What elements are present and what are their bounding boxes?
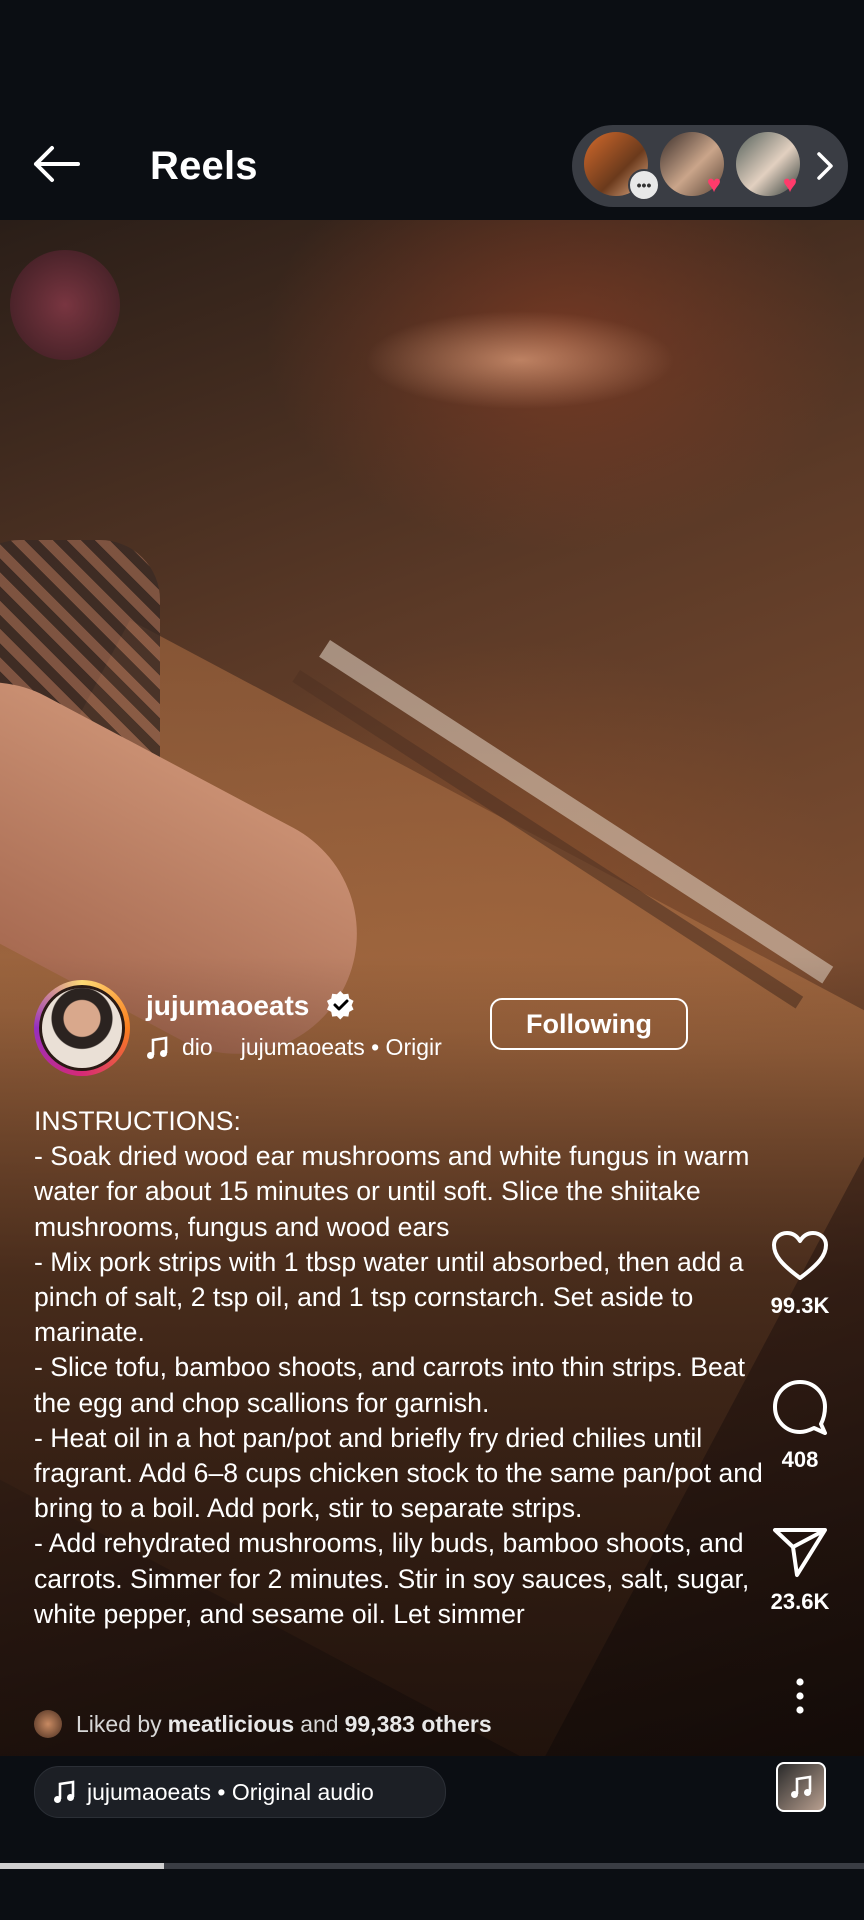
- music-note-icon: [54, 1780, 75, 1803]
- share-count: 23.6K: [770, 1589, 830, 1614]
- audio-label: jujumaoeats • Origir: [240, 1034, 442, 1060]
- more-options-icon[interactable]: [790, 1676, 810, 1716]
- liked-by-others[interactable]: 99,383 others: [345, 1711, 492, 1738]
- video-progress-bar[interactable]: [0, 1863, 864, 1869]
- liker-avatar: [34, 1710, 62, 1738]
- liked-by-prefix: Liked by: [76, 1710, 162, 1737]
- author-row: jujumaoeats dio jujumaoeats • Origir Fol…: [0, 978, 864, 1078]
- like-count: 99.3K: [770, 1293, 830, 1318]
- video-progress-fill: [0, 1863, 165, 1869]
- comment-icon: [773, 1380, 827, 1435]
- liked-by-and: and: [300, 1710, 339, 1737]
- liked-by-row[interactable]: Liked by meatlicious and 99,383 others: [34, 1706, 498, 1742]
- audio-chip-label: jujumaoeats • Original audio: [87, 1778, 374, 1805]
- background-flower: [10, 250, 120, 360]
- comment-bubble-icon: •••: [628, 169, 660, 201]
- arrow-left-icon: [34, 146, 80, 182]
- chevron-right-icon: [817, 152, 833, 180]
- send-icon: [773, 1528, 827, 1577]
- music-note-icon: [147, 1035, 168, 1059]
- music-note-icon: [791, 1775, 812, 1798]
- comment-action[interactable]: 408: [736, 1378, 864, 1473]
- heart-icon: [772, 1231, 828, 1280]
- author-username[interactable]: jujumaoeats: [146, 990, 309, 1022]
- following-button[interactable]: Following: [490, 998, 688, 1050]
- reels-header: Reels ••• ♥ ♥: [0, 108, 864, 220]
- share-action[interactable]: 23.6K: [736, 1526, 864, 1615]
- author-avatar[interactable]: [34, 980, 130, 1076]
- heart-badge-icon: ♥: [782, 171, 798, 198]
- back-button[interactable]: [28, 136, 84, 192]
- like-action[interactable]: 99.3K: [736, 1230, 864, 1319]
- audio-short: dio: [182, 1034, 213, 1060]
- avatar: [39, 985, 125, 1071]
- status-bar: [0, 0, 864, 108]
- comment-count: 408: [781, 1447, 819, 1472]
- original-audio-chip[interactable]: jujumaoeats • Original audio: [34, 1766, 446, 1818]
- author-audio-line[interactable]: dio jujumaoeats • Origir: [146, 1034, 468, 1061]
- verified-badge-icon: [326, 990, 354, 1020]
- bottom-bar: jujumaoeats • Original audio: [0, 1756, 864, 1920]
- friends-activity-pill[interactable]: ••• ♥ ♥: [572, 125, 848, 207]
- page-title: Reels: [150, 144, 258, 188]
- audio-thumbnail[interactable]: [776, 1762, 826, 1812]
- liked-by-user[interactable]: meatlicious: [168, 1711, 295, 1738]
- heart-badge-icon: ♥: [706, 171, 722, 198]
- reel-caption[interactable]: INSTRUCTIONS: - Soak dried wood ear mush…: [34, 1104, 764, 1688]
